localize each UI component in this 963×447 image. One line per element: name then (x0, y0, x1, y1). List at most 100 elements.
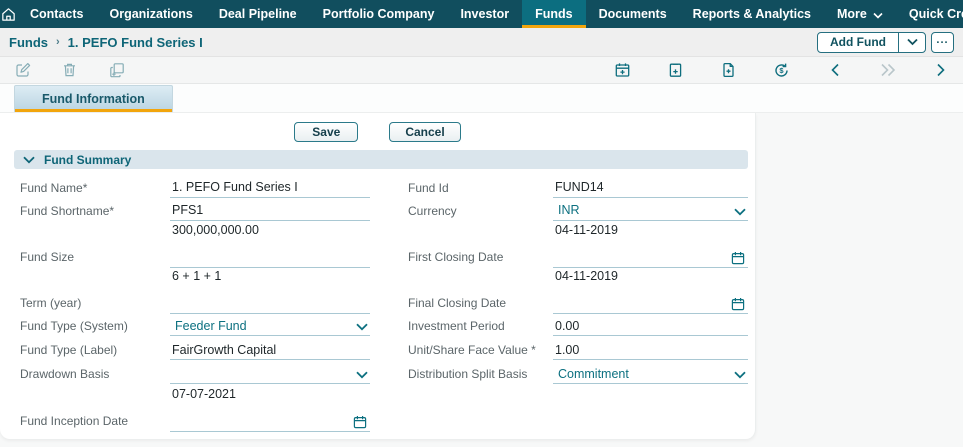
form-left-column: Fund Name* 1. PEFO Fund Series I Fund Sh… (20, 176, 370, 432)
calendar-icon[interactable] (731, 297, 745, 311)
nav-item-contacts[interactable]: Contacts (17, 0, 96, 28)
term-year-input[interactable]: 6 + 1 + 1 (170, 268, 370, 314)
home-nav-button[interactable] (0, 0, 17, 28)
field-fund-shortname: Fund Shortname* PFS1 (20, 199, 370, 222)
add-fund-split-button: Add Fund (817, 31, 926, 53)
field-investment-period: Investment Period 0.00 (408, 314, 748, 338)
chevron-down-icon (734, 371, 746, 379)
nav-item-organizations[interactable]: Organizations (96, 0, 205, 28)
fund-shortname-input[interactable]: PFS1 (170, 201, 370, 221)
tab-fund-information[interactable]: Fund Information (14, 85, 173, 112)
fund-size-input[interactable]: 300,000,000.00 (170, 222, 370, 268)
home-icon (0, 6, 17, 23)
form-action-buttons: Save Cancel (0, 113, 755, 142)
field-fund-inception-date: Fund Inception Date 07-07-2021 (20, 386, 370, 432)
investment-period-input[interactable]: 0.00 (553, 316, 748, 336)
more-options-button[interactable]: ... (931, 31, 954, 53)
final-closing-date-input[interactable]: 04-11-2019 (553, 268, 748, 314)
top-navbar: Contacts Organizations Deal Pipeline Por… (0, 0, 963, 28)
field-first-closing-date: First Closing Date 04-11-2019 (408, 222, 748, 268)
double-chevron-right-icon[interactable] (879, 62, 896, 79)
breadcrumb-separator-icon: › (56, 36, 60, 48)
clone-icon[interactable] (108, 62, 125, 79)
fund-id-input[interactable]: FUND14 (553, 178, 748, 198)
field-label: Final Closing Date (408, 296, 507, 310)
field-label: Distribution Split Basis (408, 367, 528, 381)
breadcrumb-current: 1. PEFO Fund Series I (67, 34, 203, 50)
field-fund-type-system: Fund Type (System) Feeder Fund (20, 314, 370, 338)
nav-item-funds[interactable]: Funds (522, 0, 586, 28)
calendar-icon[interactable] (731, 251, 745, 265)
fund-inception-date-input[interactable]: 07-07-2021 (170, 386, 370, 432)
fund-type-system-select[interactable]: Feeder Fund (170, 316, 370, 336)
breadcrumb-funds-link[interactable]: Funds (9, 35, 48, 50)
chevron-down-icon (734, 208, 746, 216)
field-label: Term (year) (20, 296, 82, 310)
field-fund-size: Fund Size 300,000,000.00 (20, 222, 370, 268)
add-fund-button[interactable]: Add Fund (818, 33, 898, 52)
nav-item-documents[interactable]: Documents (586, 0, 680, 28)
currency-select[interactable]: INR (553, 201, 748, 221)
chevron-right-icon[interactable] (932, 62, 949, 79)
field-fund-type-label: Fund Type (Label) FairGrowth Capital (20, 338, 370, 362)
field-term-year: Term (year) 6 + 1 + 1 (20, 268, 370, 314)
content-area: Save Cancel Fund Summary Fund Name* 1. P… (0, 113, 963, 447)
save-button[interactable]: Save (294, 122, 359, 142)
calendar-add-icon[interactable] (614, 62, 631, 79)
field-label: Fund Size (20, 250, 75, 264)
field-label: Currency (408, 203, 457, 218)
cancel-button[interactable]: Cancel (389, 122, 461, 142)
chevron-down-icon (873, 12, 883, 19)
field-fund-name: Fund Name* 1. PEFO Fund Series I (20, 176, 370, 199)
field-label: Fund Inception Date (20, 414, 129, 428)
fund-type-label-input[interactable]: FairGrowth Capital (170, 340, 370, 360)
section-title: Fund Summary (44, 152, 132, 167)
field-label: Fund Type (Label) (20, 343, 118, 357)
fund-summary-form: Fund Name* 1. PEFO Fund Series I Fund Sh… (20, 176, 755, 432)
record-toolbar: $ (0, 57, 963, 84)
toolbar-left-group (14, 62, 125, 79)
field-label: Fund Type (System) (20, 319, 128, 333)
nav-item-quick-create[interactable]: Quick Create (896, 0, 963, 28)
svg-text:$: $ (779, 66, 784, 75)
header-actions: Add Fund ... (817, 31, 954, 53)
field-label: Investment Period (408, 319, 505, 333)
field-unit-share-face-value: Unit/Share Face Value * 1.00 (408, 338, 748, 362)
calendar-icon[interactable] (353, 415, 367, 429)
board-add-icon[interactable] (667, 62, 684, 79)
fund-summary-section-header[interactable]: Fund Summary (14, 150, 748, 169)
field-drawdown-basis: Drawdown Basis (20, 362, 370, 386)
nav-item-investor[interactable]: Investor (447, 0, 522, 28)
add-fund-dropdown-button[interactable] (898, 32, 925, 52)
field-final-closing-date: Final Closing Date 04-11-2019 (408, 268, 748, 314)
field-label: Fund Shortname* (20, 203, 115, 218)
field-fund-id: Fund Id FUND14 (408, 176, 748, 199)
field-label: Fund Name* (20, 180, 88, 195)
chevron-down-icon (356, 371, 368, 379)
chevron-down-icon (906, 38, 918, 46)
nav-item-deal-pipeline[interactable]: Deal Pipeline (206, 0, 310, 28)
breadcrumb-row: Funds › 1. PEFO Fund Series I Add Fund .… (0, 28, 963, 57)
chevron-left-icon[interactable] (826, 62, 843, 79)
detail-tabs: Fund Information (0, 84, 963, 113)
distribution-split-basis-select[interactable]: Commitment (553, 364, 748, 384)
nav-item-reports-analytics[interactable]: Reports & Analytics (680, 0, 824, 28)
first-closing-date-input[interactable]: 04-11-2019 (553, 222, 748, 268)
chevron-down-icon (23, 156, 35, 164)
field-distribution-split-basis: Distribution Split Basis Commitment (408, 362, 748, 386)
toolbar-right-group: $ (614, 62, 949, 79)
file-add-icon[interactable] (720, 62, 737, 79)
field-label: Drawdown Basis (20, 367, 110, 381)
nav-item-portfolio-company[interactable]: Portfolio Company (310, 0, 448, 28)
unit-share-face-value-input[interactable]: 1.00 (553, 340, 748, 360)
refresh-currency-icon[interactable]: $ (773, 62, 790, 79)
nav-item-more[interactable]: More (824, 0, 896, 28)
delete-icon[interactable] (61, 62, 78, 79)
field-label: Unit/Share Face Value * (408, 343, 536, 357)
form-right-column: Fund Id FUND14 Currency INR First Closin… (408, 176, 748, 432)
field-label: First Closing Date (408, 250, 504, 264)
edit-icon[interactable] (14, 62, 31, 79)
fund-name-input[interactable]: 1. PEFO Fund Series I (170, 178, 370, 198)
drawdown-basis-select[interactable] (170, 364, 370, 384)
field-label: Fund Id (408, 180, 449, 195)
